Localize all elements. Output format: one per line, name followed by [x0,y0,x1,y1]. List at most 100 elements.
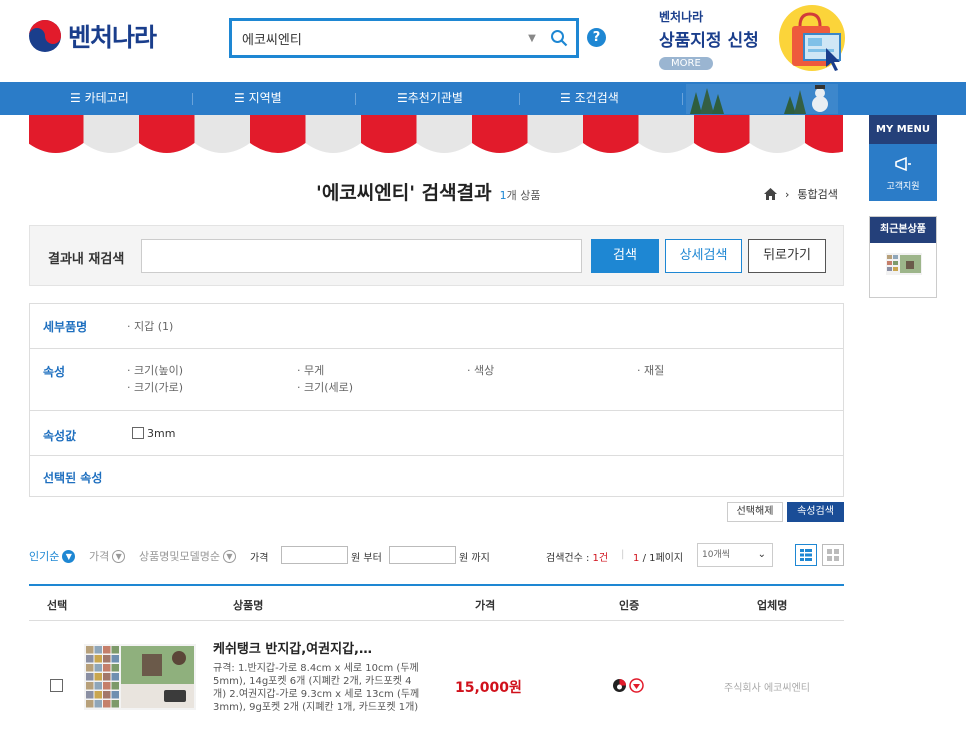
thumbnail-tile [103,682,111,690]
per-page-value: 10개씩 [702,550,731,560]
filter-value-3mm[interactable]: 3mm [132,427,175,440]
result-title: '에코씨엔티' 검색결과 1개 상품 [316,178,540,205]
nav-divider [192,93,193,105]
list-view-button[interactable] [795,544,817,566]
product-spec: 규격: 1.반지갑-가로 8.4cm x 세로 10cm (두께 5mm), 1… [213,663,420,713]
promo-banner[interactable]: 벤처나라 상품지정 신청 MORE [659,8,759,70]
thumbnail-tile [94,664,102,672]
nav-condition[interactable]: ☰ 조건검색 [560,82,619,115]
filter-label-values: 속성값 [43,429,77,443]
awning-decoration [29,115,843,153]
filter-label-detail: 세부품명 [43,320,88,334]
detail-search-button[interactable]: 상세검색 [665,239,742,273]
chevron-down-icon: ⌄ [757,549,766,560]
thumbnail-tile [111,655,119,663]
attribute-search-button[interactable]: 속성검색 [787,502,844,522]
results-header: 선택 상품명 가격 인증 업체명 [29,584,844,621]
filter-attr-material[interactable]: · 재질 [637,362,664,378]
price-max-input[interactable] [389,546,456,564]
per-page-select[interactable]: 10개씩 ⌄ [697,543,773,567]
site-logo[interactable]: 벤처나라 [28,18,157,54]
sort-price[interactable]: 가격 ▼ [89,548,126,564]
filter-attr-height[interactable]: · 크기(높이) [127,362,183,378]
caret-down-icon[interactable]: ▼ [522,33,542,44]
grid-view-button[interactable] [822,544,844,566]
price-from-label: 원 부터 [351,553,382,564]
awning-scallop [305,115,361,153]
taegeuk-logo-icon [29,20,61,52]
nav-category[interactable]: ☰ 카테고리 [70,82,129,115]
filter-row-values: 속성값 3mm [30,411,843,456]
promo-more-button[interactable]: MORE [659,57,713,70]
filter-attr-width[interactable]: · 크기(가로) [127,379,183,395]
help-icon[interactable]: ? [587,28,606,47]
customer-support-button[interactable]: 고객지원 [869,144,937,201]
search-button[interactable] [542,21,576,55]
unselect-button[interactable]: 선택해제 [727,502,783,522]
filter-row-selected: 선택된 속성 [30,456,843,496]
promo-subtitle: 벤처나라 [659,10,704,24]
thumbnail-tile [94,673,102,681]
breadcrumb: › 통합검색 [764,186,838,202]
thumbnail-tile [111,700,119,708]
sort-name-label: 상품명및모델명순 [139,550,220,563]
filter-label-attrs: 속성 [43,365,66,379]
col-product: 상품명 [233,599,264,612]
thumbnail-tile [111,682,119,690]
thumbnail-tile [94,682,102,690]
awning-scallop [694,115,750,153]
awning-scallop [194,115,250,153]
product-thumbnail[interactable] [84,644,196,710]
filter-attr-weight[interactable]: · 무게 [297,362,324,378]
result-count-number: 1 [499,189,507,202]
vendor-name[interactable]: 주식회사 에코씨엔티 [724,679,810,694]
nav-divider [519,93,520,105]
search-count-label: 검색건수 : [546,553,590,564]
filter-attr-length[interactable]: · 크기(세로) [297,379,353,395]
nav-divider [682,93,683,105]
refine-search-button[interactable]: 검색 [591,239,659,273]
thumbnail-tile [111,673,119,681]
row-checkbox[interactable] [50,679,63,692]
price-min-input[interactable] [281,546,348,564]
filter-table: 세부품명 · 지갑 (1) 속성 · 크기(높이) · 무게 · 색상 · 재질… [29,303,844,497]
list-view-icon [800,549,812,561]
winter-decoration-image [686,84,838,114]
sort-name[interactable]: 상품명및모델명순 ▼ [139,548,236,564]
thumbnail-tile [103,691,111,699]
chevron-down-icon: ▼ [62,549,76,563]
awning-scallop [416,115,472,153]
product-name[interactable]: 케쉬탱크 반지갑,여권지갑,… [213,638,372,657]
filter-item-wallet[interactable]: · 지갑 (1) [127,318,173,334]
nav-region[interactable]: ☰ 지역별 [234,82,282,115]
sort-popular[interactable]: 인기순 ▼ [29,548,76,564]
awning-scallop [472,115,528,153]
awning-scallop [250,115,306,153]
venture-cert-icon [613,679,626,692]
thumbnail-tile [111,646,119,654]
refine-search-label: 결과내 재검색 [48,252,125,267]
recent-product-thumbnail[interactable] [886,253,922,275]
search-icon [551,30,568,47]
search-input[interactable] [232,21,522,55]
thumbnail-tile [86,655,94,663]
awning-scallop [527,115,583,153]
thumbnail-tile [86,682,94,690]
chevron-right-icon: › [785,187,790,201]
back-button[interactable]: 뒤로가기 [748,239,826,273]
awning-scallop [749,115,805,153]
breadcrumb-current[interactable]: 통합검색 [797,186,837,202]
logo-text: 벤처나라 [68,23,157,52]
checkbox[interactable] [132,427,144,439]
nav-agency[interactable]: ☰추천기관별 [397,82,463,115]
refine-search-input[interactable] [141,239,582,273]
thumbnail-tile [86,646,94,654]
main-search: ▼ [229,18,579,58]
filter-attr-color[interactable]: · 색상 [467,362,494,378]
awning-scallop [139,115,195,153]
filter-value-label: 3mm [147,427,176,440]
home-icon[interactable] [764,188,777,200]
thumbnail-tile [94,655,102,663]
my-menu-title: MY MENU [869,115,937,144]
shopping-bag-icon [779,5,845,71]
